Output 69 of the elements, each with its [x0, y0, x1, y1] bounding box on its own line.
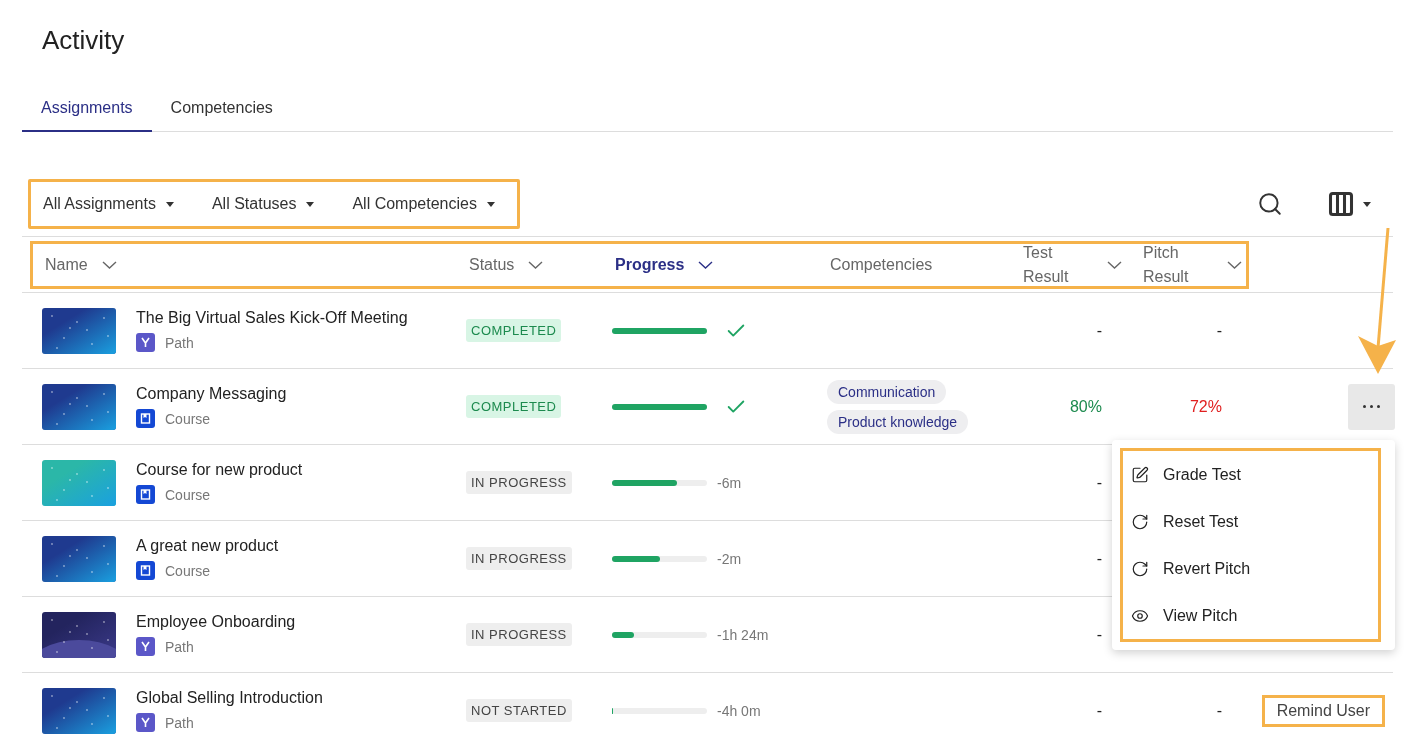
pitch-result: - [1216, 701, 1222, 720]
time-remaining: -2m [717, 550, 742, 567]
status-badge: COMPLETED [466, 395, 562, 418]
assignment-name[interactable]: Global Selling Introduction [136, 689, 323, 707]
assignment-name[interactable]: Company Messaging [136, 385, 287, 403]
remind-button[interactable]: Remind User [1261, 694, 1385, 727]
assignment-name[interactable]: A great new product [136, 537, 279, 555]
pitch-result: - [1216, 321, 1222, 340]
fork-icon [140, 717, 151, 728]
test-result: - [1096, 625, 1102, 644]
test-result: 80% [1069, 397, 1102, 416]
type-label: Course [165, 562, 211, 579]
menu-item[interactable]: Revert Pitch [1123, 545, 1378, 592]
column-header[interactable]: Name [33, 252, 449, 277]
search-button[interactable] [1257, 191, 1283, 217]
status-badge: IN PROGRESS [466, 547, 572, 570]
pitch-result: 72% [1189, 397, 1222, 416]
type-label: Path [165, 714, 194, 731]
type-label: Path [165, 638, 194, 655]
column-header[interactable]: Pitch Result [1123, 240, 1246, 289]
chevron-icon [698, 260, 714, 269]
assignment-name[interactable]: Course for new product [136, 461, 303, 479]
fork-icon [140, 641, 151, 652]
column-header[interactable]: Status [449, 252, 595, 277]
type-label: Course [165, 410, 211, 427]
competency-tag: Communication [827, 379, 947, 404]
book-icon [140, 565, 151, 576]
caret-icon [486, 201, 495, 207]
status-badge: IN PROGRESS [466, 471, 572, 494]
edit-icon [1131, 465, 1149, 484]
time-remaining: -1h 24m [717, 626, 769, 643]
columns-button[interactable] [1327, 190, 1371, 218]
test-result: - [1096, 701, 1102, 720]
test-result: - [1096, 321, 1102, 340]
menu-item[interactable]: Grade Test [1123, 451, 1378, 498]
status-badge: NOT STARTED [466, 699, 572, 722]
menu-item[interactable]: Reset Test [1123, 498, 1378, 545]
time-remaining: -4h 0m [717, 702, 761, 719]
tab[interactable]: Competencies [151, 86, 292, 132]
chevron-icon [1107, 260, 1122, 269]
column-header[interactable]: Test Result [1003, 240, 1123, 289]
menu-item[interactable]: View Pitch [1123, 592, 1378, 639]
tab[interactable]: Assignments [22, 86, 152, 132]
time-remaining: -6m [717, 474, 742, 491]
reset-icon [1131, 512, 1149, 531]
column-header[interactable]: Progress [595, 252, 810, 277]
status-badge: COMPLETED [466, 319, 562, 342]
status-badge: IN PROGRESS [466, 623, 572, 646]
caret-icon [306, 201, 315, 207]
type-label: Course [165, 486, 211, 503]
chevron-icon [1227, 260, 1242, 269]
book-icon [140, 489, 151, 500]
assignment-name[interactable]: The Big Virtual Sales Kick-Off Meeting [136, 309, 408, 327]
filter-dropdown[interactable]: All Assignments [43, 195, 174, 213]
column-header[interactable]: Competencies [810, 252, 1003, 277]
book-icon [140, 413, 151, 424]
reset-icon [1131, 559, 1149, 578]
test-result: - [1096, 473, 1102, 492]
test-result: - [1096, 549, 1102, 568]
type-label: Path [165, 334, 194, 351]
assignment-name[interactable]: Employee Onboarding [136, 613, 296, 631]
chevron-icon [528, 260, 544, 269]
page-title: Activity [42, 24, 126, 57]
caret-icon [165, 201, 174, 207]
filter-dropdown[interactable]: All Competencies [352, 195, 495, 213]
competency-tag: Product knowledge [827, 409, 969, 434]
fork-icon [140, 337, 151, 348]
filter-dropdown[interactable]: All Statuses [211, 195, 315, 213]
chevron-icon [101, 260, 117, 269]
